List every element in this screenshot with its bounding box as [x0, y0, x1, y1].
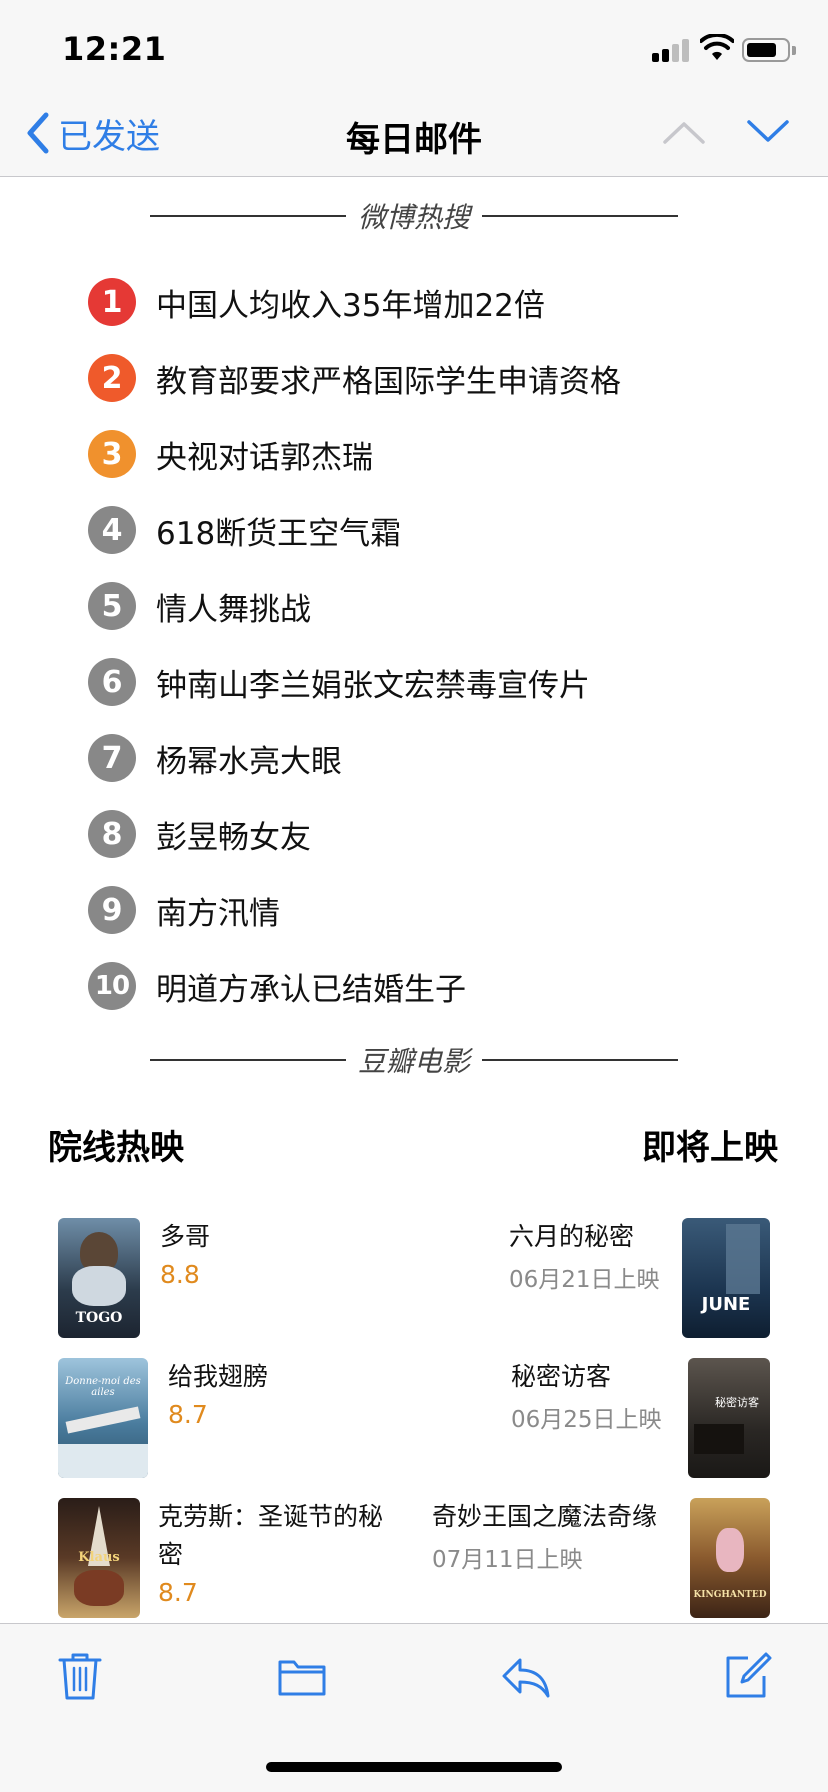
movie-title: 给我翅膀: [168, 1362, 269, 1391]
reply-icon[interactable]: [500, 1650, 552, 1702]
movie-rating: 8.7: [158, 1578, 198, 1607]
movie-coming-soon-2[interactable]: 秘密访客 秘密访客 06月25日上映: [510, 1358, 770, 1478]
hot-search-text: 情人舞挑战: [156, 591, 311, 628]
douban-header-label: 豆瓣电影: [358, 1045, 471, 1078]
rank-badge: 4: [88, 506, 136, 554]
signal-icon: [652, 38, 692, 62]
rank-badge: 10: [88, 962, 136, 1010]
movie-coming-soon-1[interactable]: JUNE 六月的秘密 06月21日上映: [506, 1218, 770, 1338]
weibo-section-header: 微博热搜: [150, 196, 679, 236]
hot-search-item[interactable]: 7 杨幂水亮大眼: [88, 720, 748, 796]
compose-icon[interactable]: [722, 1650, 774, 1702]
movie-release-date: 06月21日上映: [509, 1267, 660, 1293]
rank-badge: 6: [88, 658, 136, 706]
movie-poster: 秘密访客: [688, 1358, 770, 1478]
trash-icon[interactable]: [54, 1650, 106, 1702]
hot-search-item[interactable]: 5 情人舞挑战: [88, 568, 748, 644]
movie-rating: 8.7: [168, 1400, 208, 1429]
hot-search-text: 明道方承认已结婚生子: [156, 971, 466, 1008]
rank-badge: 8: [88, 810, 136, 858]
douban-section-header: 豆瓣电影: [150, 1040, 679, 1080]
movie-poster: Donne-moi des ailes: [58, 1358, 148, 1478]
movie-now-showing-3[interactable]: Klaus 克劳斯：圣诞节的秘 密 8.7: [58, 1498, 408, 1618]
hot-search-text: 教育部要求严格国际学生申请资格: [156, 363, 621, 400]
hot-search-item[interactable]: 3 央视对话郭杰瑞: [88, 416, 748, 492]
movie-poster: JUNE: [682, 1218, 770, 1338]
movie-title: 秘密访客: [511, 1362, 612, 1391]
hot-search-list: 1 中国人均收入35年增加22倍 2 教育部要求严格国际学生申请资格 3 央视对话郭杰瑞 4…: [88, 264, 748, 1024]
chevron-down-icon[interactable]: [746, 114, 790, 148]
hot-search-text: 618断货王空气霜: [156, 515, 402, 552]
movie-now-showing-2[interactable]: Donne-moi des ailes 给我翅膀 8.7: [58, 1358, 388, 1478]
weibo-header-label: 微博热搜: [358, 201, 471, 234]
movie-poster: Klaus: [58, 1498, 140, 1618]
rank-badge: 2: [88, 354, 136, 402]
hot-search-text: 杨幂水亮大眼: [156, 743, 342, 780]
hot-search-item[interactable]: 6 钟南山李兰娟张文宏禁毒宣传片: [88, 644, 748, 720]
wifi-icon: [700, 34, 734, 60]
status-time: 12:21: [62, 30, 167, 68]
movie-title: 克劳斯：圣诞节的秘 密: [158, 1502, 384, 1569]
now-showing-title: 院线热映: [48, 1128, 184, 1168]
hot-search-item[interactable]: 10 明道方承认已结婚生子: [88, 948, 748, 1024]
movie-now-showing-1[interactable]: TOGO 多哥 8.8: [58, 1218, 388, 1338]
hot-search-item[interactable]: 2 教育部要求严格国际学生申请资格: [88, 340, 748, 416]
movie-title: 多哥: [160, 1222, 211, 1251]
chevron-up-icon[interactable]: [662, 114, 706, 148]
hot-search-item[interactable]: 4 618断货王空气霜: [88, 492, 748, 568]
hot-search-item[interactable]: 1 中国人均收入35年增加22倍: [88, 264, 748, 340]
hot-search-item[interactable]: 8 彭昱畅女友: [88, 796, 748, 872]
nav-bar: 已发送 每日邮件: [0, 100, 828, 177]
movie-poster: KINGHANTED: [690, 1498, 770, 1618]
rank-badge: 5: [88, 582, 136, 630]
movie-coming-soon-3[interactable]: KINGHANTED 奇妙王国之魔法奇缘 07月11日上映: [430, 1498, 770, 1618]
movie-release-date: 07月11日上映: [432, 1547, 583, 1573]
hot-search-text: 南方汛情: [156, 895, 280, 932]
coming-soon-title: 即将上映: [642, 1128, 778, 1168]
folder-icon[interactable]: [276, 1650, 328, 1702]
rank-badge: 9: [88, 886, 136, 934]
hot-search-text: 央视对话郭杰瑞: [156, 439, 373, 476]
hot-search-text: 彭昱畅女友: [156, 819, 311, 856]
movie-rating: 8.8: [160, 1260, 200, 1289]
rank-badge: 1: [88, 278, 136, 326]
hot-search-text: 钟南山李兰娟张文宏禁毒宣传片: [156, 667, 590, 704]
movie-title: 奇妙王国之魔法奇缘: [432, 1502, 658, 1531]
rank-badge: 3: [88, 430, 136, 478]
home-indicator: [266, 1762, 562, 1772]
hot-search-text: 中国人均收入35年增加22倍: [156, 287, 545, 324]
movie-poster: TOGO: [58, 1218, 140, 1338]
hot-search-item[interactable]: 9 南方汛情: [88, 872, 748, 948]
movie-title: 六月的秘密: [509, 1222, 635, 1251]
battery-icon: [742, 38, 790, 62]
movie-release-date: 06月25日上映: [511, 1407, 662, 1433]
rank-badge: 7: [88, 734, 136, 782]
status-bar: 12:21: [0, 0, 828, 100]
